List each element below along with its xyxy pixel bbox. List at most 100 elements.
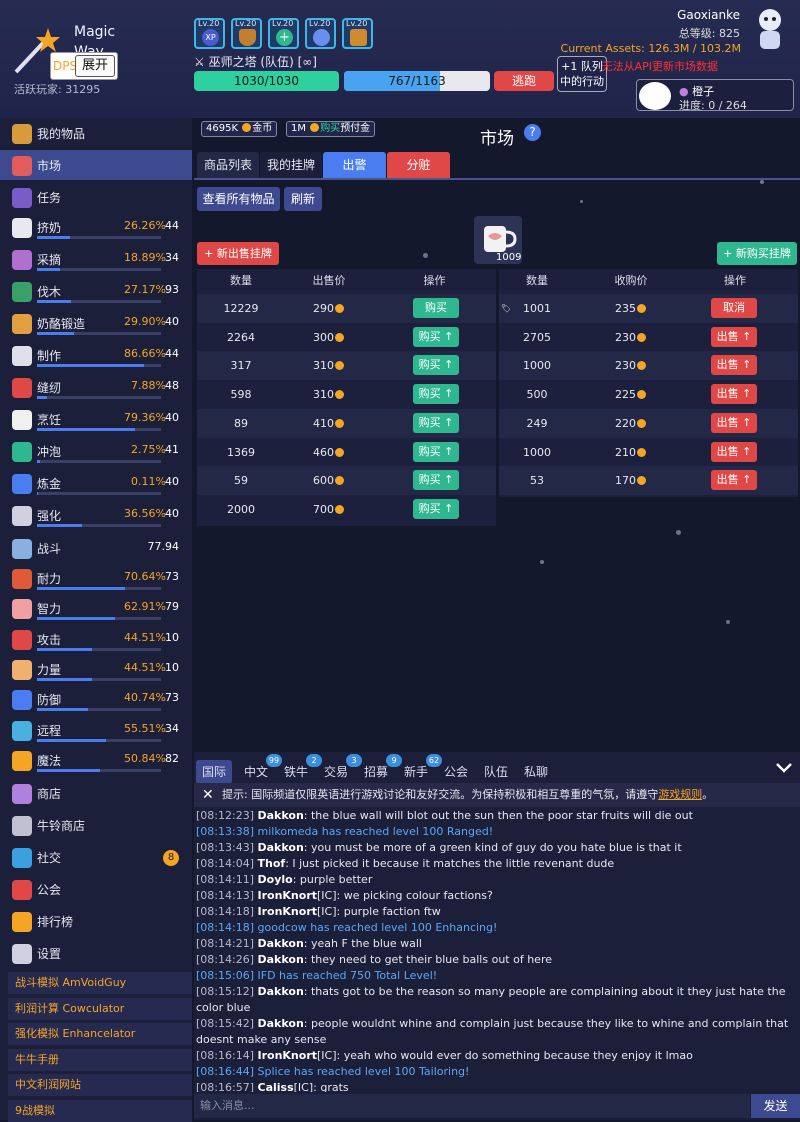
message-author[interactable]: Doylo <box>258 873 293 886</box>
buy-button[interactable]: 购买 ↑ <box>413 499 459 519</box>
sidebar-item-shop[interactable]: 商店 <box>0 778 192 808</box>
sidebar-item-brewing[interactable]: 冲泡2.75%41 <box>0 436 192 466</box>
message-author[interactable]: Dakkon <box>258 937 304 950</box>
game-rules-link[interactable]: 游戏规则 <box>658 788 702 801</box>
tab-alert[interactable]: 出警 <box>323 152 386 179</box>
sidebar-item-magic[interactable]: 魔法50.84%82 <box>0 745 192 775</box>
view-all-items-button[interactable]: 查看所有物品 <box>197 187 280 211</box>
sidebar-item-leaderboard[interactable]: 排行榜 <box>0 906 192 936</box>
sidebar-item-inventory[interactable]: 我的物品 <box>0 118 192 148</box>
message-text: [IC]: yeah who would ever do something b… <box>317 1049 693 1062</box>
sell-button[interactable]: 出售 ↑ <box>711 384 757 404</box>
sidebar-item-settings[interactable]: 设置 <box>0 938 192 968</box>
sidebar-item-label: 我的物品 <box>37 125 85 142</box>
sidebar-item-combat[interactable]: 战斗77.94 <box>0 533 192 563</box>
message-author[interactable]: Dakkon <box>258 953 304 966</box>
party-info[interactable]: ⚔ 巫师之塔 (队伍) [∞] <box>194 53 317 70</box>
chat-tab-3[interactable]: 交易3 <box>318 760 354 784</box>
sell-button[interactable]: 出售 ↑ <box>711 327 757 347</box>
chat-tab-5[interactable]: 新手62 <box>398 760 434 784</box>
cauldron-buff-badge[interactable]: Lv.20 <box>231 18 262 49</box>
close-icon[interactable]: ✕ <box>202 788 214 802</box>
new-sell-listing-button[interactable]: + 新出售挂牌 <box>197 242 279 265</box>
cancel-order-button[interactable]: 取消 <box>711 298 757 318</box>
chat-tab-8[interactable]: 私聊 <box>518 760 554 784</box>
coin-icon <box>637 304 646 313</box>
sidebar-item-foraging[interactable]: 采摘18.89%34 <box>0 244 192 274</box>
sidebar-item-cheesesmithing[interactable]: 奶酪锻造29.90%40 <box>0 308 192 338</box>
sidebar-tool-link[interactable]: 强化模拟 Enhancelator <box>8 1023 192 1045</box>
chat-tab-6[interactable]: 公会 <box>438 760 474 784</box>
refresh-button[interactable]: 刷新 <box>284 187 322 211</box>
sidebar-item-stamina[interactable]: 耐力70.64%73 <box>0 563 192 593</box>
action-queue-button[interactable]: +1 队列 中的行动 <box>557 56 607 92</box>
chat-tab-2[interactable]: 铁牛2 <box>278 760 314 784</box>
sidebar-item-tailoring[interactable]: 缝纫7.88%48 <box>0 372 192 402</box>
sidebar-item-power[interactable]: 力量44.51%10 <box>0 654 192 684</box>
sidebar-item-alchemy[interactable]: 炼金0.11%40 <box>0 468 192 498</box>
xp-buff-badge[interactable]: Lv.20 XP <box>194 18 225 49</box>
buy-prepaid-link[interactable]: 购买 <box>320 123 340 134</box>
sell-button[interactable]: 出售 ↑ <box>711 355 757 375</box>
sell-button[interactable]: 出售 ↑ <box>711 413 757 433</box>
buy-button[interactable]: 购买 ↑ <box>413 355 459 375</box>
sidebar-tool-link[interactable]: 9战模拟 <box>8 1100 192 1122</box>
sidebar-item-defense[interactable]: 防御40.74%73 <box>0 684 192 714</box>
message-author[interactable]: IronKnort <box>258 889 318 902</box>
flee-button[interactable]: 逃跑 <box>494 71 554 91</box>
sidebar-item-milking[interactable]: 挤奶26.26%44 <box>0 212 192 242</box>
order-quantity: 2705 <box>499 323 575 352</box>
sidebar-item-intelligence[interactable]: 智力62.91%79 <box>0 593 192 623</box>
message-author[interactable]: IronKnort <box>258 905 318 918</box>
chat-tab-7[interactable]: 队伍 <box>478 760 514 784</box>
add-buff-badge[interactable]: Lv.20 + <box>268 18 299 49</box>
sidebar-tool-link[interactable]: 牛牛手册 <box>8 1049 192 1071</box>
message-author[interactable]: Caliss <box>258 1081 294 1092</box>
message-author[interactable]: Thof <box>258 857 286 870</box>
message-author[interactable]: Dakkon <box>258 809 304 822</box>
clock-buff-badge[interactable]: Lv.20 <box>305 18 336 49</box>
sidebar-item-market[interactable]: 市场 <box>0 150 192 180</box>
sell-button[interactable]: 出售 ↑ <box>711 470 757 490</box>
expand-button[interactable]: 展开 <box>75 55 115 77</box>
sidebar-item-ranged[interactable]: 远程55.51%34 <box>0 715 192 745</box>
send-button[interactable]: 发送 <box>751 1094 800 1118</box>
chat-tab-1[interactable]: 中文99 <box>238 760 274 784</box>
chat-tab-4[interactable]: 招募9 <box>358 760 394 784</box>
skill-progress-bar <box>37 364 161 367</box>
sidebar-item-cowbell[interactable]: 牛铃商店 <box>0 810 192 840</box>
sidebar-tool-link[interactable]: 利润计算 Cowculator <box>8 998 192 1020</box>
buy-button[interactable]: 购买 ↑ <box>413 327 459 347</box>
chevron-down-icon[interactable] <box>774 758 794 778</box>
tab-listings[interactable]: 商品列表 <box>197 152 259 179</box>
sell-button[interactable]: 出售 ↑ <box>711 442 757 462</box>
sidebar-item-tasks[interactable]: 任务 <box>0 182 192 212</box>
tab-my-listings[interactable]: 我的挂牌 <box>260 152 322 179</box>
sidebar-item-crafting[interactable]: 制作86.66%44 <box>0 340 192 370</box>
chat-tab-0[interactable]: 国际 <box>196 760 232 784</box>
message-author[interactable]: Dakkon <box>258 985 304 998</box>
message-author[interactable]: Dakkon <box>258 1017 304 1030</box>
new-buy-listing-button[interactable]: + 新购买挂牌 <box>717 242 797 265</box>
buy-button[interactable]: 购买 ↑ <box>413 413 459 433</box>
sidebar-tool-link[interactable]: 中文利润网站 <box>8 1074 192 1096</box>
character-avatar[interactable] <box>751 6 789 56</box>
chat-input[interactable]: 输入消息... <box>194 1094 750 1118</box>
buy-button[interactable]: 购买 <box>413 298 459 318</box>
buy-button[interactable]: 购买 ↑ <box>413 384 459 404</box>
order-quantity: 249 <box>499 409 575 438</box>
sidebar-tool-link[interactable]: 战斗模拟 AmVoidGuy <box>8 972 192 994</box>
message-author[interactable]: Dakkon <box>258 841 304 854</box>
help-icon[interactable]: ? <box>524 124 541 141</box>
current-task[interactable]: ● 橙子 进度: 0 / 264 <box>636 79 794 111</box>
buy-button[interactable]: 购买 ↑ <box>413 442 459 462</box>
message-author[interactable]: IronKnort <box>258 1049 318 1062</box>
sidebar-item-enhancing[interactable]: 强化36.56%40 <box>0 500 192 530</box>
sidebar-item-guild[interactable]: 公会 <box>0 874 192 904</box>
chest-buff-badge[interactable]: Lv.20 <box>342 18 373 49</box>
sidebar-item-attack[interactable]: 攻击44.51%10 <box>0 624 192 654</box>
sidebar-item-cooking[interactable]: 烹饪79.36%40 <box>0 404 192 434</box>
sidebar-item-woodcutting[interactable]: 伐木27.17%93 <box>0 276 192 306</box>
buy-button[interactable]: 购买 ↑ <box>413 470 459 490</box>
tab-split[interactable]: 分赃 <box>387 152 450 179</box>
